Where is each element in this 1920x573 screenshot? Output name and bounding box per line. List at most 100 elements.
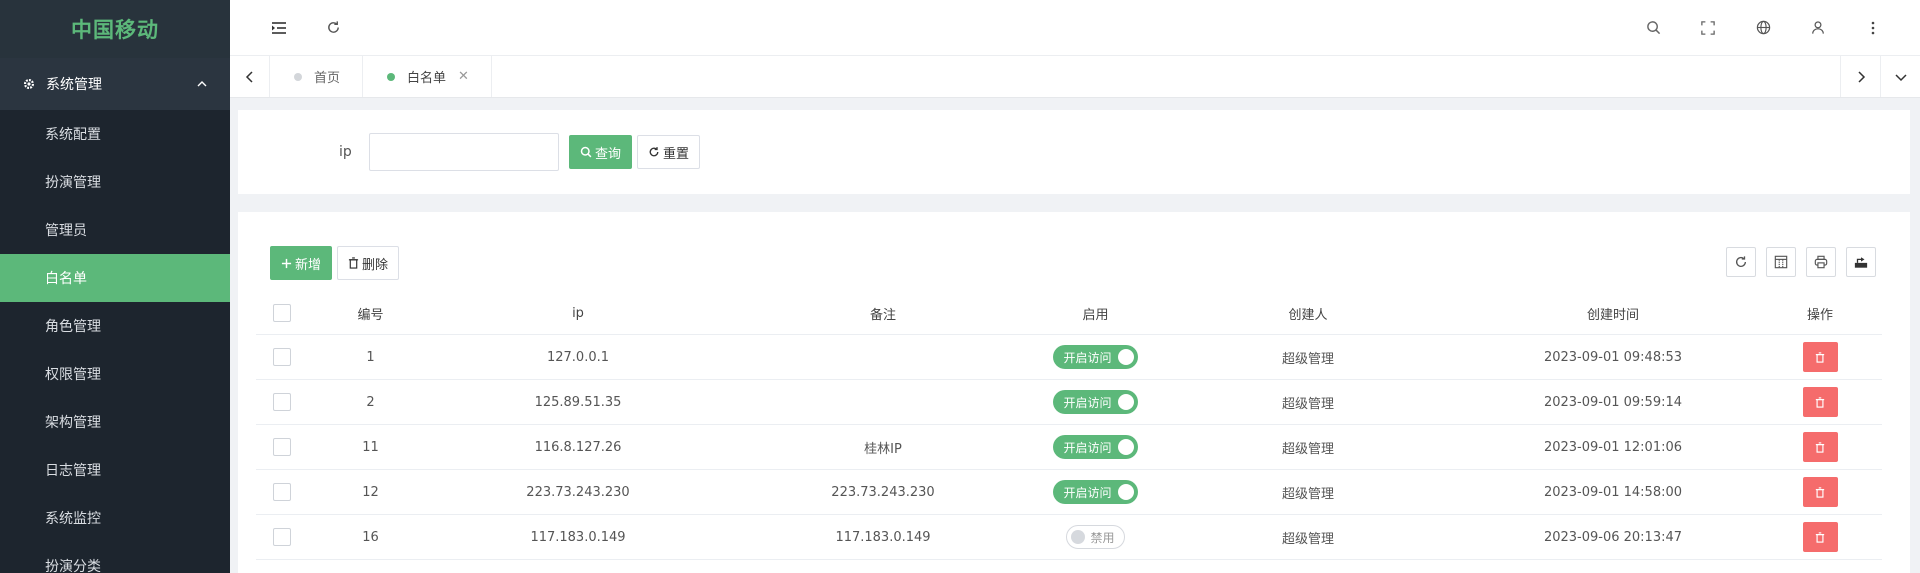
table-row[interactable]: 16 117.183.0.149 117.183.0.149 禁用 超级管理 2… xyxy=(256,515,1882,560)
cell-note: 117.183.0.149 xyxy=(835,529,931,545)
plus-icon xyxy=(281,258,292,268)
tab-label: 首页 xyxy=(314,71,341,86)
cell-note: 223.73.243.230 xyxy=(831,484,935,500)
sidebar-item-label: 扮演分类 xyxy=(45,559,101,573)
trash-icon xyxy=(348,257,359,269)
cell-ip: 223.73.243.230 xyxy=(526,484,630,500)
select-all-checkbox[interactable] xyxy=(273,304,291,322)
toggle-knob xyxy=(1117,484,1134,500)
row-delete-button[interactable] xyxy=(1802,387,1838,417)
row-checkbox[interactable] xyxy=(273,348,291,366)
cell-creator: 超级管理 xyxy=(1281,396,1334,412)
sidebar-group-label: 系统管理 xyxy=(46,77,102,93)
sidebar-item-label: 日志管理 xyxy=(45,463,101,479)
cell-creator: 超级管理 xyxy=(1281,486,1334,502)
chevron-up-icon xyxy=(197,81,207,87)
sidebar-item-roles[interactable]: 角色管理 xyxy=(0,302,230,350)
toggle-knob xyxy=(1117,394,1134,410)
sidebar-item-org[interactable]: 架构管理 xyxy=(0,398,230,446)
sidebar-item-label: 系统监控 xyxy=(45,511,101,527)
cell-created-time: 2023-09-01 14:58:00 xyxy=(1543,484,1683,500)
globe-icon[interactable] xyxy=(1754,19,1772,37)
row-delete-button[interactable] xyxy=(1802,522,1838,552)
cell-created-time: 2023-09-01 12:01:06 xyxy=(1543,439,1683,455)
search-icon[interactable] xyxy=(1644,19,1662,37)
export-button[interactable] xyxy=(1846,247,1876,277)
enable-toggle[interactable]: 开启访问 xyxy=(1053,435,1138,459)
row-checkbox[interactable] xyxy=(273,393,291,411)
columns-button[interactable] xyxy=(1766,247,1796,277)
ip-filter-input[interactable] xyxy=(369,133,559,171)
row-checkbox[interactable] xyxy=(273,483,291,501)
row-delete-button[interactable] xyxy=(1802,432,1838,462)
tabs-scroll-left[interactable] xyxy=(230,56,270,97)
enable-toggle[interactable]: 开启访问 xyxy=(1053,345,1138,369)
reset-button[interactable]: 重置 xyxy=(637,135,701,169)
cell-ip: 125.89.51.35 xyxy=(534,394,622,410)
close-icon[interactable]: ✕ xyxy=(458,69,469,84)
refresh-icon xyxy=(1735,256,1747,267)
toggle-label: 开启访问 xyxy=(1063,350,1112,365)
table-row[interactable]: 11 116.8.127.26 桂林IP 开启访问 超级管理 2023-09-0… xyxy=(256,425,1882,470)
tab-whitelist[interactable]: 白名单 ✕ xyxy=(363,56,492,97)
sidebar-item-label: 白名单 xyxy=(45,271,87,287)
cell-created-time: 2023-09-01 09:59:14 xyxy=(1543,394,1683,410)
sidebar-item-act-category[interactable]: 扮演分类 xyxy=(0,542,230,573)
column-header-created-time[interactable]: 创建时间 xyxy=(1468,304,1758,323)
column-header-id[interactable]: 编号 xyxy=(308,304,433,323)
menu-toggle-icon[interactable] xyxy=(270,19,288,37)
sidebar-item-logs[interactable]: 日志管理 xyxy=(0,446,230,494)
column-header-creator[interactable]: 创建人 xyxy=(1148,304,1468,323)
refresh-icon xyxy=(649,147,659,157)
sidebar-item-whitelist[interactable]: 白名单 xyxy=(0,254,230,302)
ip-filter-label: ip xyxy=(339,144,352,160)
reset-button-label: 重置 xyxy=(663,146,690,162)
table-panel: 新增 删除 编号 ip 备注 启用 创建人 创建时间 操作 1 127.0.0.… xyxy=(238,212,1910,573)
app-logo: 中国移动 xyxy=(0,0,230,58)
column-header-ip[interactable]: ip xyxy=(433,306,723,321)
column-header-note[interactable]: 备注 xyxy=(723,304,1043,323)
column-header-enabled[interactable]: 启用 xyxy=(1043,304,1148,323)
more-icon[interactable] xyxy=(1864,19,1882,37)
tabs-scroll-right[interactable] xyxy=(1840,56,1880,97)
tabs-bar: 首页 白名单 ✕ xyxy=(230,56,1920,98)
tabs-dropdown[interactable] xyxy=(1880,56,1920,97)
sidebar-group-system[interactable]: 系统管理 xyxy=(0,58,230,110)
sidebar-item-config[interactable]: 系统配置 xyxy=(0,110,230,158)
delete-button[interactable]: 删除 xyxy=(337,246,400,280)
trash-icon xyxy=(1815,396,1825,408)
tab-home[interactable]: 首页 xyxy=(270,56,364,97)
fullscreen-icon[interactable] xyxy=(1699,19,1717,37)
cell-created-time: 2023-09-01 09:48:53 xyxy=(1543,349,1683,365)
top-header xyxy=(230,0,1920,56)
search-button[interactable]: 查询 xyxy=(569,135,633,169)
columns-icon xyxy=(1774,255,1788,269)
print-button[interactable] xyxy=(1806,247,1836,277)
enable-toggle[interactable]: 禁用 xyxy=(1066,525,1125,549)
sidebar-item-admin[interactable]: 管理员 xyxy=(0,206,230,254)
row-checkbox[interactable] xyxy=(273,528,291,546)
tabs-spacer xyxy=(492,56,1840,97)
cell-created-time: 2023-09-06 20:13:47 xyxy=(1543,529,1683,545)
table-row[interactable]: 2 125.89.51.35 开启访问 超级管理 2023-09-01 09:5… xyxy=(256,380,1882,425)
row-delete-button[interactable] xyxy=(1802,342,1838,372)
whitelist-table: 编号 ip 备注 启用 创建人 创建时间 操作 1 127.0.0.1 开启访问… xyxy=(256,292,1882,560)
sidebar-item-label: 角色管理 xyxy=(45,319,101,335)
trash-icon xyxy=(1815,351,1825,363)
enable-toggle[interactable]: 开启访问 xyxy=(1053,390,1138,414)
sidebar-item-monitor[interactable]: 系统监控 xyxy=(0,494,230,542)
row-delete-button[interactable] xyxy=(1802,477,1838,507)
refresh-table-button[interactable] xyxy=(1726,247,1756,277)
search-icon xyxy=(580,146,592,158)
table-row[interactable]: 1 127.0.0.1 开启访问 超级管理 2023-09-01 09:48:5… xyxy=(256,335,1882,380)
user-icon[interactable] xyxy=(1809,19,1827,37)
enable-toggle[interactable]: 开启访问 xyxy=(1053,480,1138,504)
row-checkbox[interactable] xyxy=(273,438,291,456)
table-row[interactable]: 12 223.73.243.230 223.73.243.230 开启访问 超级… xyxy=(256,470,1882,515)
sidebar-item-permissions[interactable]: 权限管理 xyxy=(0,350,230,398)
add-button[interactable]: 新增 xyxy=(270,246,333,280)
toggle-label: 开启访问 xyxy=(1063,440,1112,455)
sidebar-item-act[interactable]: 扮演管理 xyxy=(0,158,230,206)
toggle-label: 禁用 xyxy=(1090,530,1115,545)
refresh-icon[interactable] xyxy=(324,19,342,37)
